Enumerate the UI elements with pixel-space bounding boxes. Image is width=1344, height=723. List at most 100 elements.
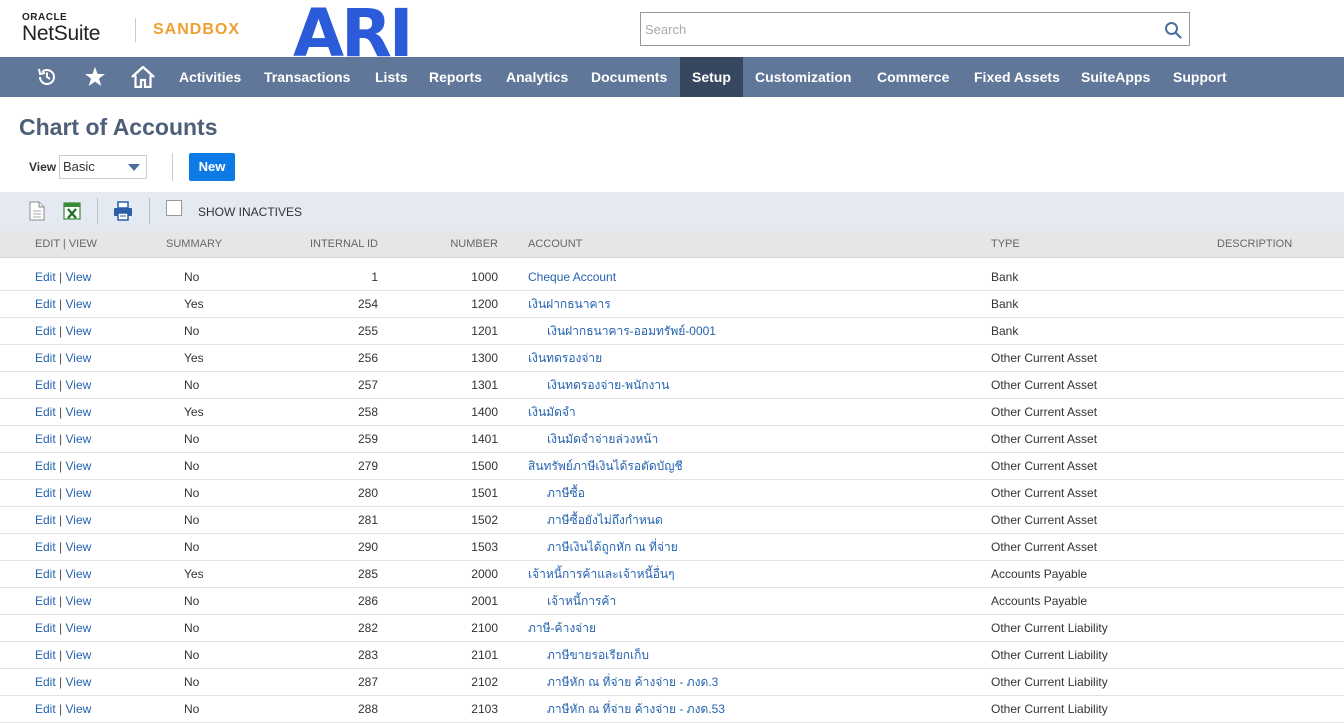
internal-id-cell: 286 [357, 594, 378, 608]
edit-link[interactable]: Edit [35, 594, 56, 608]
view-link[interactable]: View [65, 432, 91, 446]
column-header-description[interactable]: DESCRIPTION [1217, 231, 1292, 258]
edit-link[interactable]: Edit [35, 702, 56, 716]
column-header-summary[interactable]: SUMMARY [166, 231, 222, 258]
number-cell: 2101 [471, 648, 498, 662]
column-header-internal-id[interactable]: INTERNAL ID [250, 231, 378, 258]
number-cell: 1501 [471, 486, 498, 500]
account-link[interactable]: ภาษีซื้อ [547, 480, 585, 506]
list-toolbar: SHOW INACTIVES [0, 192, 1344, 231]
view-select[interactable]: Basic [59, 155, 147, 179]
home-icon[interactable] [120, 57, 166, 97]
account-link[interactable]: ภาษีหัก ณ ที่จ่าย ค้างจ่าย - ภงด.3 [547, 669, 718, 695]
account-link[interactable]: เงินมัดจำจ่ายล่วงหน้า [547, 426, 658, 452]
account-link[interactable]: สินทรัพย์ภาษีเงินได้รอตัดบัญชี [528, 453, 683, 479]
edit-link[interactable]: Edit [35, 459, 56, 473]
netsuite-logo[interactable]: ORACLE NetSuite [22, 12, 100, 45]
edit-link[interactable]: Edit [35, 621, 56, 635]
view-link[interactable]: View [65, 270, 91, 284]
edit-link[interactable]: Edit [35, 567, 56, 581]
type-cell: Other Current Liability [991, 648, 1108, 662]
nav-fixed-assets[interactable]: Fixed Assets [962, 57, 1072, 97]
account-link[interactable]: เงินฝากธนาคาร [528, 291, 611, 317]
view-link[interactable]: View [65, 378, 91, 392]
account-link[interactable]: ภาษีซื้อยังไม่ถึงกำหนด [547, 507, 663, 533]
edit-link[interactable]: Edit [35, 270, 56, 284]
type-cell: Other Current Asset [991, 432, 1098, 446]
search-input[interactable] [641, 13, 1156, 45]
netsuite-logo-text: NetSuite [22, 22, 101, 45]
nav-setup[interactable]: Setup [680, 57, 743, 97]
edit-link[interactable]: Edit [35, 513, 56, 527]
nav-support[interactable]: Support [1161, 57, 1239, 97]
number-cell: 1301 [471, 378, 498, 392]
view-link[interactable]: View [65, 702, 91, 716]
table-row: Edit | View No 288 2103 ภาษีหัก ณ ที่จ่าย ค้… [0, 696, 1344, 723]
view-link[interactable]: View [65, 540, 91, 554]
edit-link[interactable]: Edit [35, 405, 56, 419]
type-cell: Bank [991, 270, 1019, 284]
edit-link[interactable]: Edit [35, 324, 56, 338]
nav-commerce[interactable]: Commerce [865, 57, 961, 97]
account-link[interactable]: Cheque Account [528, 264, 616, 290]
edit-link[interactable]: Edit [35, 378, 56, 392]
edit-link[interactable]: Edit [35, 648, 56, 662]
edit-link[interactable]: Edit [35, 297, 56, 311]
column-header-account[interactable]: ACCOUNT [528, 231, 582, 258]
account-link[interactable]: เงินฝากธนาคาร-ออมทรัพย์-0001 [547, 318, 716, 344]
new-button[interactable]: New [189, 153, 235, 181]
column-header-number[interactable]: NUMBER [400, 231, 498, 258]
search-icon[interactable] [1164, 21, 1182, 39]
view-link[interactable]: View [65, 459, 91, 473]
view-link[interactable]: View [65, 567, 91, 581]
summary-cell: No [184, 621, 200, 635]
edit-link[interactable]: Edit [35, 351, 56, 365]
export-csv-icon[interactable] [27, 201, 47, 221]
view-link[interactable]: View [65, 621, 91, 635]
table-row: Edit | View Yes 254 1200 เงินฝากธนาคาร Bank [0, 291, 1344, 318]
view-link[interactable]: View [65, 675, 91, 689]
nav-transactions[interactable]: Transactions [252, 57, 362, 97]
summary-cell: No [184, 540, 200, 554]
account-link[interactable]: เจ้าหนี้การค้าและเจ้าหนี้อื่นๆ [528, 561, 675, 587]
nav-customization[interactable]: Customization [743, 57, 863, 97]
nav-suiteapps[interactable]: SuiteApps [1069, 57, 1162, 97]
edit-link[interactable]: Edit [35, 432, 56, 446]
view-link[interactable]: View [65, 324, 91, 338]
nav-reports[interactable]: Reports [417, 57, 494, 97]
nav-lists[interactable]: Lists [363, 57, 420, 97]
account-link[interactable]: ภาษีขายรอเรียกเก็บ [547, 642, 649, 668]
recent-records-icon[interactable] [24, 57, 70, 97]
internal-id-cell: 283 [357, 648, 378, 662]
account-link[interactable]: ภาษีเงินได้ถูกหัก ณ ที่จ่าย [547, 534, 678, 560]
view-link[interactable]: View [65, 297, 91, 311]
nav-activities[interactable]: Activities [167, 57, 253, 97]
view-link[interactable]: View [65, 594, 91, 608]
account-link[interactable]: ภาษีหัก ณ ที่จ่าย ค้างจ่าย - ภงด.53 [547, 696, 725, 722]
account-link[interactable]: ภาษี-ค้างจ่าย [528, 615, 596, 641]
export-excel-icon[interactable] [62, 201, 82, 221]
edit-link[interactable]: Edit [35, 675, 56, 689]
print-icon[interactable] [113, 201, 133, 221]
view-link[interactable]: View [65, 486, 91, 500]
global-search [640, 12, 1190, 46]
internal-id-cell: 258 [357, 405, 378, 419]
table-header: EDIT | VIEW SUMMARY INTERNAL ID NUMBER A… [0, 231, 1344, 258]
edit-view-links: Edit | View [35, 345, 91, 371]
column-header-type[interactable]: TYPE [991, 231, 1020, 258]
summary-cell: No [184, 594, 200, 608]
show-inactives-checkbox[interactable] [166, 200, 182, 216]
account-link[interactable]: เงินทดรองจ่าย-พนักงาน [547, 372, 669, 398]
account-link[interactable]: เงินมัดจำ [528, 399, 576, 425]
view-link[interactable]: View [65, 513, 91, 527]
view-link[interactable]: View [65, 648, 91, 662]
nav-analytics[interactable]: Analytics [494, 57, 580, 97]
account-link[interactable]: เจ้าหนี้การค้า [547, 588, 616, 614]
view-link[interactable]: View [65, 351, 91, 365]
nav-documents[interactable]: Documents [579, 57, 679, 97]
view-link[interactable]: View [65, 405, 91, 419]
edit-link[interactable]: Edit [35, 486, 56, 500]
edit-link[interactable]: Edit [35, 540, 56, 554]
star-icon[interactable] [72, 57, 118, 97]
account-link[interactable]: เงินทดรองจ่าย [528, 345, 602, 371]
